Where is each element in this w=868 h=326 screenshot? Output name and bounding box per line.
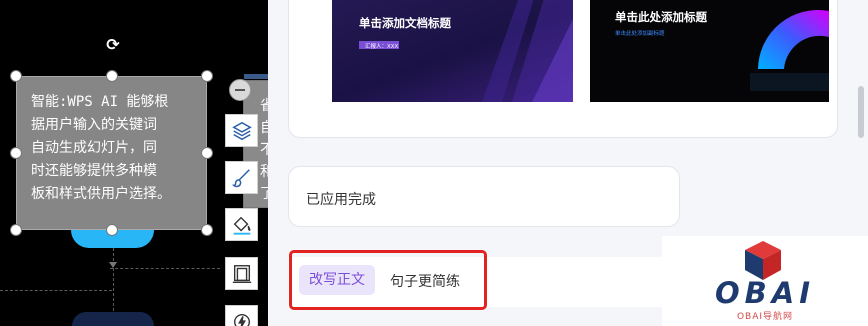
template-title: 单击此处添加标题	[615, 10, 707, 24]
background-shape-accent	[244, 74, 268, 79]
resize-handle-right[interactable]	[201, 147, 213, 159]
connector-line	[0, 290, 112, 291]
slide-editor-canvas[interactable]: 省 自 不 和 了 智能:WPS AI 能够根 据用户输入的关键词 自动生成幻灯…	[0, 0, 268, 326]
animation-button[interactable]	[225, 305, 258, 326]
connector-line	[110, 268, 220, 269]
brush-button[interactable]	[225, 161, 258, 194]
connector-arrow	[109, 262, 117, 268]
resize-handle-top-left[interactable]	[10, 70, 22, 82]
rotate-icon[interactable]: ⟳	[104, 36, 122, 54]
shape-pill-dark[interactable]	[72, 312, 154, 326]
watermark-logo-text: OBAI	[715, 276, 815, 310]
resize-handle-top[interactable]	[106, 70, 118, 82]
template-thumbnail[interactable]: 单击此处添加标题 单击此处添加副标题	[590, 0, 829, 102]
brush-icon	[231, 168, 250, 187]
template-subtitle: 汇报人：XXX	[365, 44, 399, 50]
resize-handle-bottom-left[interactable]	[10, 224, 22, 236]
template-title: 单击添加文档标题	[359, 16, 451, 30]
template-subtitle: 单击此处添加副标题	[615, 31, 665, 37]
resize-handle-bottom[interactable]	[106, 224, 118, 236]
resize-handle-bottom-right[interactable]	[201, 224, 213, 236]
highlight-outline	[289, 250, 487, 310]
watermark-sub-text: OBAI导航网	[736, 312, 794, 322]
resize-handle-top-right[interactable]	[201, 70, 213, 82]
selected-text-box[interactable]: 智能:WPS AI 能够根 据用户输入的关键词 自动生成幻灯片，同 时还能够提供…	[16, 76, 207, 230]
panel-scrollbar[interactable]	[858, 86, 864, 138]
frame-icon	[232, 264, 251, 283]
animation-icon	[233, 313, 250, 326]
watermark-logo: OBAI OBAI导航网	[662, 236, 868, 326]
fill-bucket-icon	[233, 216, 250, 235]
collapse-icon[interactable]	[229, 79, 251, 101]
frame-button[interactable]	[225, 257, 258, 290]
template-thumbnail[interactable]: 单击添加文档标题 汇报人：XXX	[332, 0, 573, 102]
template-results-card: 单击添加文档标题 汇报人：XXX 单击此处添加标题 单击此处添加副标题	[288, 0, 838, 138]
layers-button[interactable]	[225, 114, 258, 147]
resize-handle-left[interactable]	[10, 147, 22, 159]
status-text: 已应用完成	[306, 192, 376, 208]
status-card: 已应用完成	[288, 166, 680, 227]
fill-button[interactable]	[225, 208, 258, 241]
layers-icon	[231, 121, 252, 140]
text-box-content[interactable]: 智能:WPS AI 能够根 据用户输入的关键词 自动生成幻灯片，同 时还能够提供…	[31, 91, 207, 206]
